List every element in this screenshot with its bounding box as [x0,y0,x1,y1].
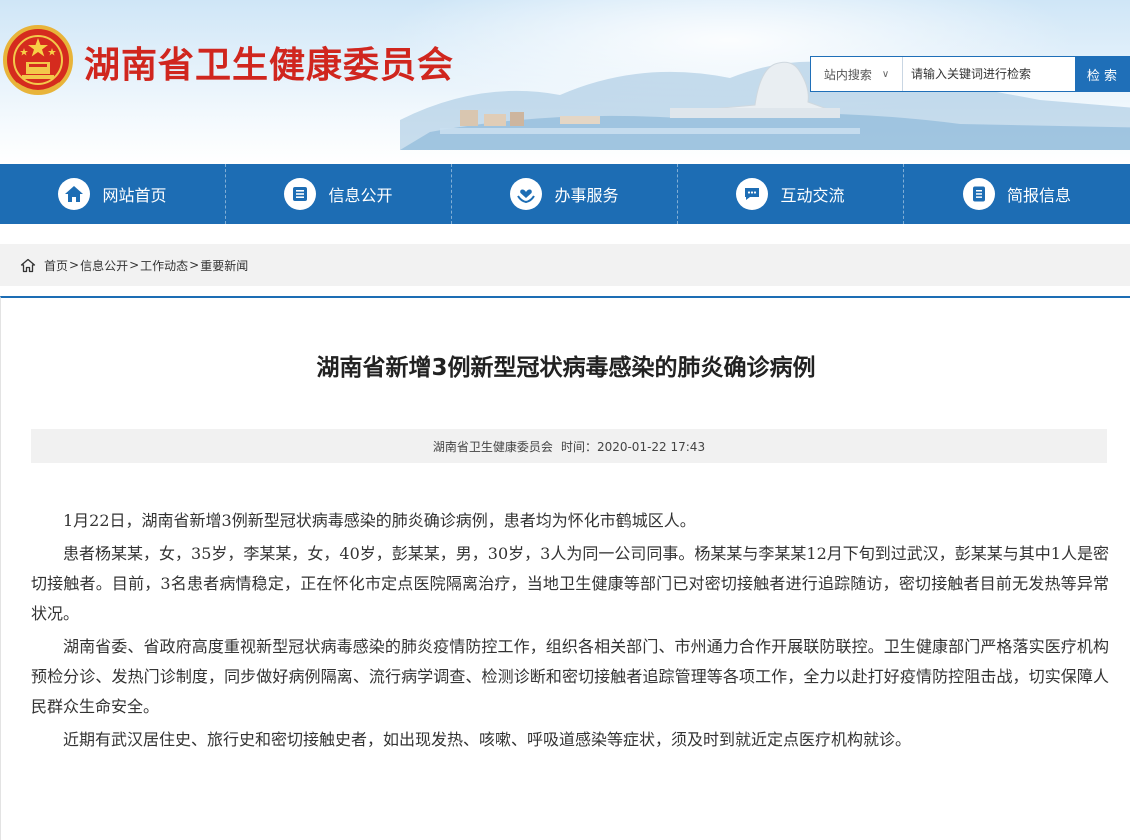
article-paragraph: 1月22日，湖南省新增3例新型冠状病毒感染的肺炎确诊病例，患者均为怀化市鹤城区人… [63,511,696,530]
search-button[interactable]: 检 索 [1075,57,1129,91]
nav-item-interaction[interactable]: 互动交流 [678,164,904,224]
article-paragraph: 患者杨某某，女，35岁，李某某，女，40岁，彭某某，男，30岁，3人为同一公司同… [31,544,1109,623]
article-time: 时间：2020-01-22 17:43 [560,439,706,454]
search-box: 站内搜索 ∨ 检 索 [810,56,1130,92]
nav-label: 办事服务 [554,186,619,205]
breadcrumb-info-disclosure[interactable]: 信息公开 [80,257,128,274]
article-source: 湖南省卫生健康委员会 [432,439,553,454]
chevron-down-icon: ∨ [881,68,890,80]
nav-item-services[interactable]: 办事服务 [452,164,678,224]
home-outline-icon [20,258,36,273]
breadcrumb: 首页 > 信息公开 > 工作动态 > 重要新闻 [0,244,1130,286]
search-input[interactable] [903,57,1075,91]
search-scope-select[interactable]: 站内搜索 ∨ [811,57,903,91]
article-paragraph: 湖南省委、省政府高度重视新型冠状病毒感染的肺炎疫情防控工作，组织各相关部门、市州… [31,637,1109,716]
breadcrumb-separator: > [69,258,80,272]
list-icon [284,178,317,210]
home-icon [58,178,91,210]
search-scope-label: 站内搜索 [823,67,872,82]
national-emblem-icon [3,25,73,95]
header-banner: 湖南省卫生健康委员会 站内搜索 ∨ 检 索 [0,0,1130,164]
article-paragraph: 近期有武汉居住史、旅行史和密切接触史者，如出现发热、咳嗽、呼吸道感染等症状，须及… [63,730,912,749]
nav-item-info-disclosure[interactable]: 信息公开 [226,164,452,224]
nav-label: 网站首页 [102,186,167,205]
nav-item-briefing[interactable]: 简报信息 [904,164,1130,224]
article-meta: 湖南省卫生健康委员会 时间：2020-01-22 17:43 [31,429,1107,463]
breadcrumb-separator: > [189,258,200,272]
article-container: 湖南省新增3例新型冠状病毒感染的肺炎确诊病例 湖南省卫生健康委员会 时间：202… [0,296,1130,840]
nav-label: 简报信息 [1006,186,1071,205]
chat-icon [736,178,769,210]
heart-hands-icon [510,178,543,210]
nav-item-home[interactable]: 网站首页 [0,164,226,224]
nav-label: 信息公开 [328,186,393,205]
breadcrumb-important-news[interactable]: 重要新闻 [200,257,248,274]
nav-label: 互动交流 [780,186,845,205]
site-title: 湖南省卫生健康委员会 [84,45,455,86]
article-body: 1月22日，湖南省新增3例新型冠状病毒感染的肺炎确诊病例，患者均为怀化市鹤城区人… [31,506,1109,758]
breadcrumb-work-updates[interactable]: 工作动态 [140,257,188,274]
main-nav: 网站首页 信息公开 办事服务 互动交流 简报信息 [0,164,1130,224]
document-icon [962,178,995,210]
breadcrumb-home[interactable]: 首页 [44,257,68,274]
breadcrumb-separator: > [129,258,140,272]
article-title: 湖南省新增3例新型冠状病毒感染的肺炎确诊病例 [316,355,816,381]
